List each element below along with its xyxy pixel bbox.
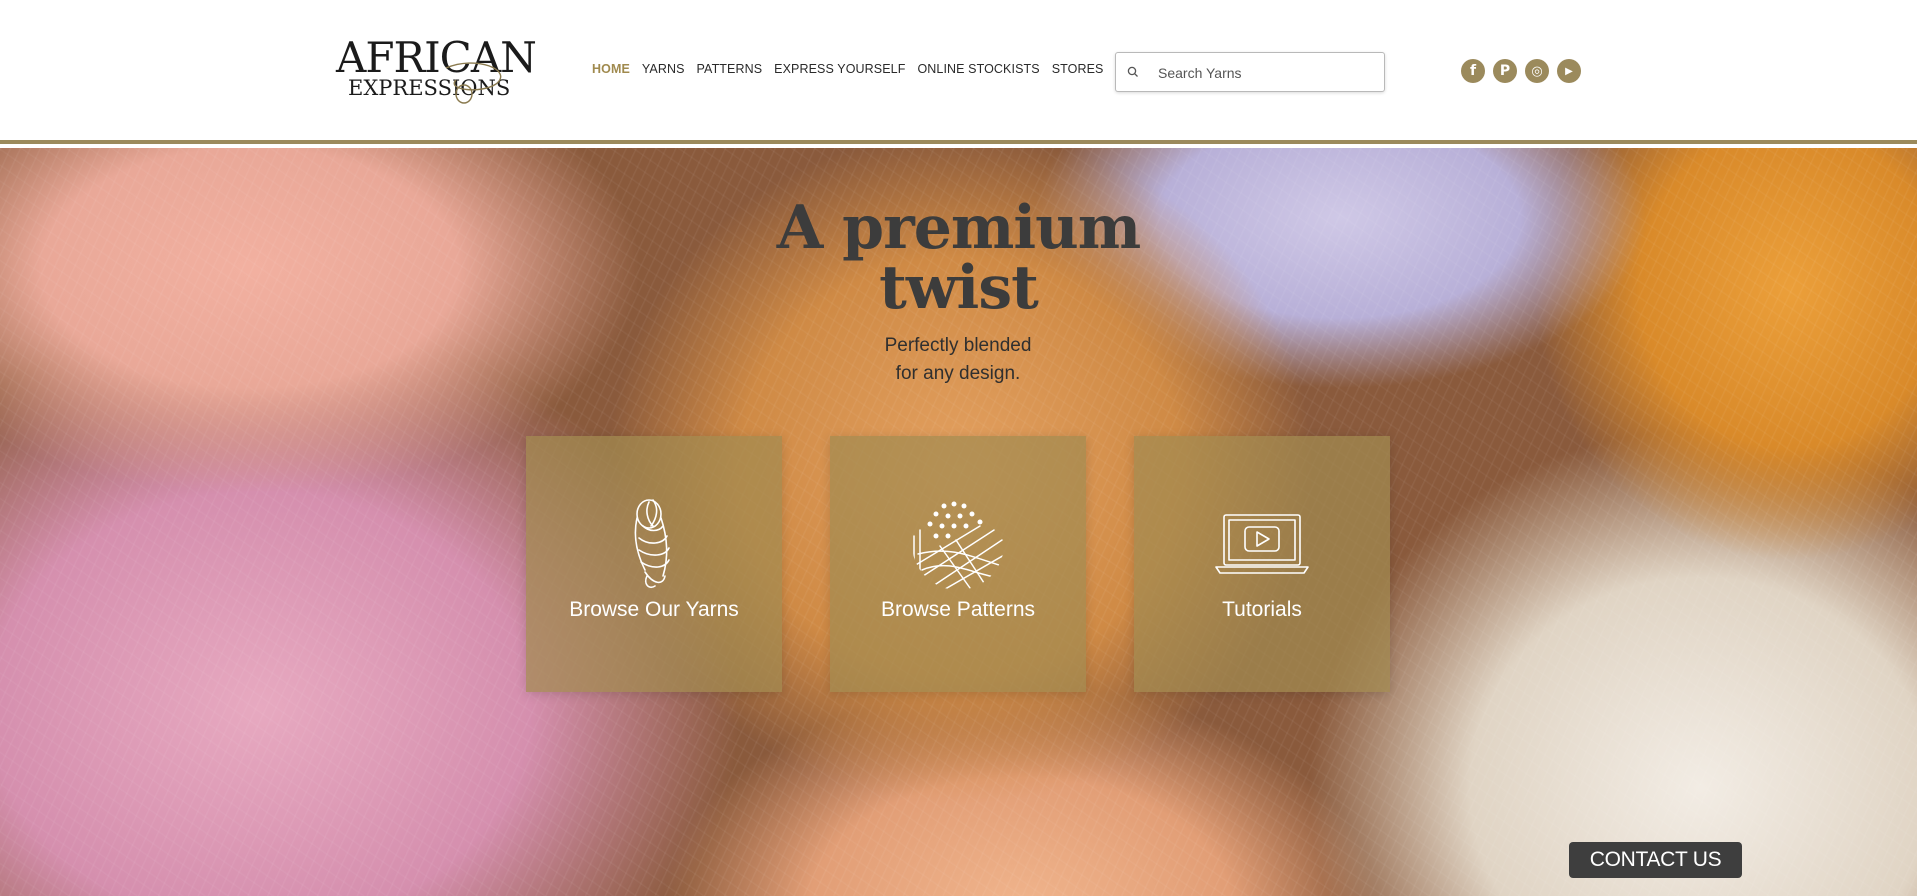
- site-logo[interactable]: AFRICAN EXPRESSIONS: [336, 36, 537, 106]
- search-icon[interactable]: [1126, 65, 1140, 84]
- pattern-weave-icon: [908, 496, 1008, 592]
- browse-yarns-label: Browse Our Yarns: [569, 598, 739, 621]
- site-header: AFRICAN EXPRESSIONS HOME YARNS PATTERNS …: [0, 0, 1917, 144]
- hero-subheadline: Perfectly blended for any design.: [758, 332, 1158, 388]
- hero-headline-line-2: twist: [879, 253, 1039, 323]
- nav-patterns[interactable]: PATTERNS: [697, 62, 763, 76]
- browse-patterns-card[interactable]: Browse Patterns: [830, 436, 1086, 692]
- contact-us-button[interactable]: CONTACT US: [1569, 842, 1742, 878]
- nav-home[interactable]: HOME: [592, 62, 630, 76]
- hero-sub-line-2: for any design.: [895, 363, 1021, 384]
- youtube-icon[interactable]: ▶: [1557, 59, 1581, 83]
- search-box: [1115, 52, 1385, 92]
- nav-yarns[interactable]: YARNS: [642, 62, 685, 76]
- laptop-video-icon: [1212, 496, 1312, 592]
- search-input[interactable]: [1156, 61, 1380, 85]
- hero-headline: A premium twist: [740, 198, 1177, 318]
- instagram-icon[interactable]: ◎: [1525, 59, 1549, 83]
- browse-patterns-label: Browse Patterns: [880, 598, 1036, 621]
- tutorials-card[interactable]: Tutorials: [1134, 436, 1390, 692]
- yarn-skein-icon: [604, 496, 704, 592]
- hero-sub-line-1: Perfectly blended: [884, 335, 1032, 356]
- social-links: f P ◎ ▶: [1461, 59, 1581, 83]
- nav-express-yourself[interactable]: EXPRESS YOURSELF: [774, 62, 905, 76]
- nav-online-stockists[interactable]: ONLINE STOCKISTS: [917, 62, 1039, 76]
- browse-yarns-card[interactable]: Browse Our Yarns: [526, 436, 782, 692]
- tutorials-label: Tutorials: [1222, 598, 1302, 621]
- pinterest-icon[interactable]: P: [1493, 59, 1517, 83]
- main-nav: HOME YARNS PATTERNS EXPRESS YOURSELF ONL…: [592, 62, 1115, 76]
- hero-section: A premium twist Perfectly blended for an…: [0, 148, 1917, 896]
- facebook-icon[interactable]: f: [1461, 59, 1485, 83]
- nav-stores[interactable]: STORES: [1052, 62, 1104, 76]
- logo-swirl: [445, 62, 502, 104]
